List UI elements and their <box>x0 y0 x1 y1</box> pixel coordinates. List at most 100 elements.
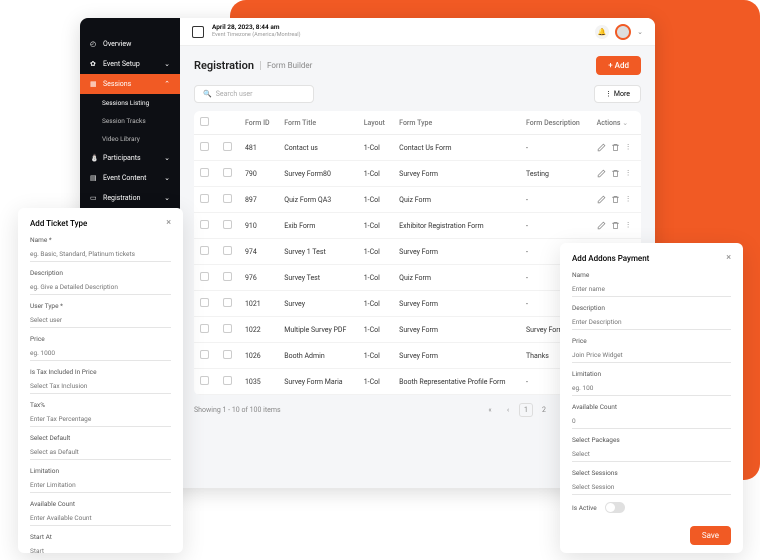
field-label: Price <box>30 335 171 343</box>
sidebar-sub-video-library[interactable]: Video Library <box>80 130 180 148</box>
sidebar-item-overview[interactable]: ◴Overview <box>80 34 180 54</box>
field-label: Select Packages <box>572 436 731 444</box>
pager-prev[interactable]: « <box>483 403 497 417</box>
checkbox[interactable] <box>200 324 209 333</box>
chevron-down-icon: ⌄ <box>164 174 170 182</box>
checkbox[interactable] <box>223 324 232 333</box>
is-active-toggle[interactable] <box>605 502 625 513</box>
close-icon[interactable]: × <box>166 218 171 228</box>
sidebar-item-event-content[interactable]: ▤Event Content⌄ <box>80 168 180 188</box>
checkbox[interactable] <box>223 194 232 203</box>
checkbox[interactable] <box>223 376 232 385</box>
field-input[interactable] <box>572 282 731 297</box>
field-input[interactable] <box>30 445 171 460</box>
field-input[interactable] <box>572 414 731 429</box>
checkbox[interactable] <box>223 142 232 151</box>
checkbox[interactable] <box>200 298 209 307</box>
cell-layout: 1-Col <box>358 161 393 187</box>
edit-icon[interactable] <box>597 143 606 152</box>
cell-form-title: Survey 1 Test <box>278 239 357 265</box>
checkbox[interactable] <box>200 272 209 281</box>
field-input[interactable] <box>572 447 731 462</box>
add-button[interactable]: + Add <box>596 56 641 75</box>
delete-icon[interactable] <box>611 169 620 178</box>
search-input[interactable]: 🔍 Search user <box>194 85 314 103</box>
clipboard-icon: ▭ <box>90 194 98 202</box>
edit-icon[interactable] <box>597 169 606 178</box>
field-input[interactable] <box>30 280 171 295</box>
checkbox[interactable] <box>200 168 209 177</box>
cell-description: - <box>520 135 591 161</box>
field-input[interactable] <box>30 346 171 361</box>
field-input[interactable] <box>30 412 171 427</box>
cell-form-id: 1022 <box>239 317 278 343</box>
checkbox[interactable] <box>200 246 209 255</box>
cell-form-type: Survey Form <box>393 239 520 265</box>
pager-prev[interactable]: ‹ <box>501 403 515 417</box>
field-input[interactable] <box>30 544 171 553</box>
page-header: Registration Form Builder + Add <box>180 46 655 85</box>
sidebar-item-event-setup[interactable]: ✿Event Setup⌄ <box>80 54 180 74</box>
chevron-down-icon: ⌄ <box>164 60 170 68</box>
more-button[interactable]: ⋮ More <box>594 85 641 103</box>
sidebar-item-sessions[interactable]: ▦Sessions⌃ <box>80 74 180 94</box>
sidebar-sub-sessions-listing[interactable]: Sessions Listing <box>80 94 180 112</box>
cell-form-type: Survey Form <box>393 343 520 369</box>
bell-icon[interactable]: 🔔 <box>595 25 609 39</box>
save-button[interactable]: Save <box>690 526 731 545</box>
avatar[interactable] <box>615 24 631 40</box>
field-input[interactable] <box>572 480 731 495</box>
sidebar-item-registration[interactable]: ▭Registration⌄ <box>80 188 180 208</box>
more-icon[interactable]: ⋮ <box>625 221 632 230</box>
checkbox[interactable] <box>223 298 232 307</box>
checkbox[interactable] <box>223 272 232 281</box>
checkbox[interactable] <box>200 220 209 229</box>
cell-description: Testing <box>520 161 591 187</box>
field-input[interactable] <box>30 379 171 394</box>
checkbox[interactable] <box>200 117 209 126</box>
delete-icon[interactable] <box>611 195 620 204</box>
delete-icon[interactable] <box>611 143 620 152</box>
close-icon[interactable]: × <box>726 253 731 263</box>
edit-icon[interactable] <box>597 195 606 204</box>
sidebar-item-participants[interactable]: ⛄Participants⌄ <box>80 148 180 168</box>
checkbox[interactable] <box>223 168 232 177</box>
checkbox[interactable] <box>200 142 209 151</box>
gear-icon: ✿ <box>90 60 98 68</box>
cell-form-id: 910 <box>239 213 278 239</box>
field-input[interactable] <box>572 315 731 330</box>
edit-icon[interactable] <box>597 221 606 230</box>
more-icon[interactable]: ⋮ <box>625 195 632 204</box>
checkbox[interactable] <box>223 220 232 229</box>
add-ticket-type-modal: Add Ticket Type× Name * Description User… <box>18 208 183 553</box>
field-label: Name * <box>30 236 171 244</box>
cell-layout: 1-Col <box>358 187 393 213</box>
cell-description: - <box>520 187 591 213</box>
cell-layout: 1-Col <box>358 369 393 395</box>
col-header: Form ID <box>239 111 278 135</box>
pager-page[interactable]: 1 <box>519 403 533 417</box>
field-input[interactable] <box>572 348 731 363</box>
cell-form-type: Quiz Form <box>393 265 520 291</box>
checkbox[interactable] <box>223 246 232 255</box>
field-input[interactable] <box>30 313 171 328</box>
checkbox[interactable] <box>200 350 209 359</box>
more-icon[interactable]: ⋮ <box>625 143 632 152</box>
field-label: Limitation <box>572 370 731 378</box>
field-input[interactable] <box>30 511 171 526</box>
sidebar-sub-session-tracks[interactable]: Session Tracks <box>80 112 180 130</box>
pager-page[interactable]: 2 <box>537 403 551 417</box>
table-row: 897 Quiz Form QA3 1-Col Quiz Form - ⋮ <box>194 187 641 213</box>
chevron-down-icon[interactable]: ⌄ <box>637 28 643 36</box>
field-input[interactable] <box>572 381 731 396</box>
checkbox[interactable] <box>200 376 209 385</box>
field-input[interactable] <box>30 247 171 262</box>
delete-icon[interactable] <box>611 221 620 230</box>
chevron-up-icon: ⌃ <box>164 80 170 88</box>
field-input[interactable] <box>30 478 171 493</box>
more-icon[interactable]: ⋮ <box>625 169 632 178</box>
checkbox[interactable] <box>200 194 209 203</box>
cell-layout: 1-Col <box>358 343 393 369</box>
checkbox[interactable] <box>223 350 232 359</box>
cell-form-title: Booth Admin <box>278 343 357 369</box>
